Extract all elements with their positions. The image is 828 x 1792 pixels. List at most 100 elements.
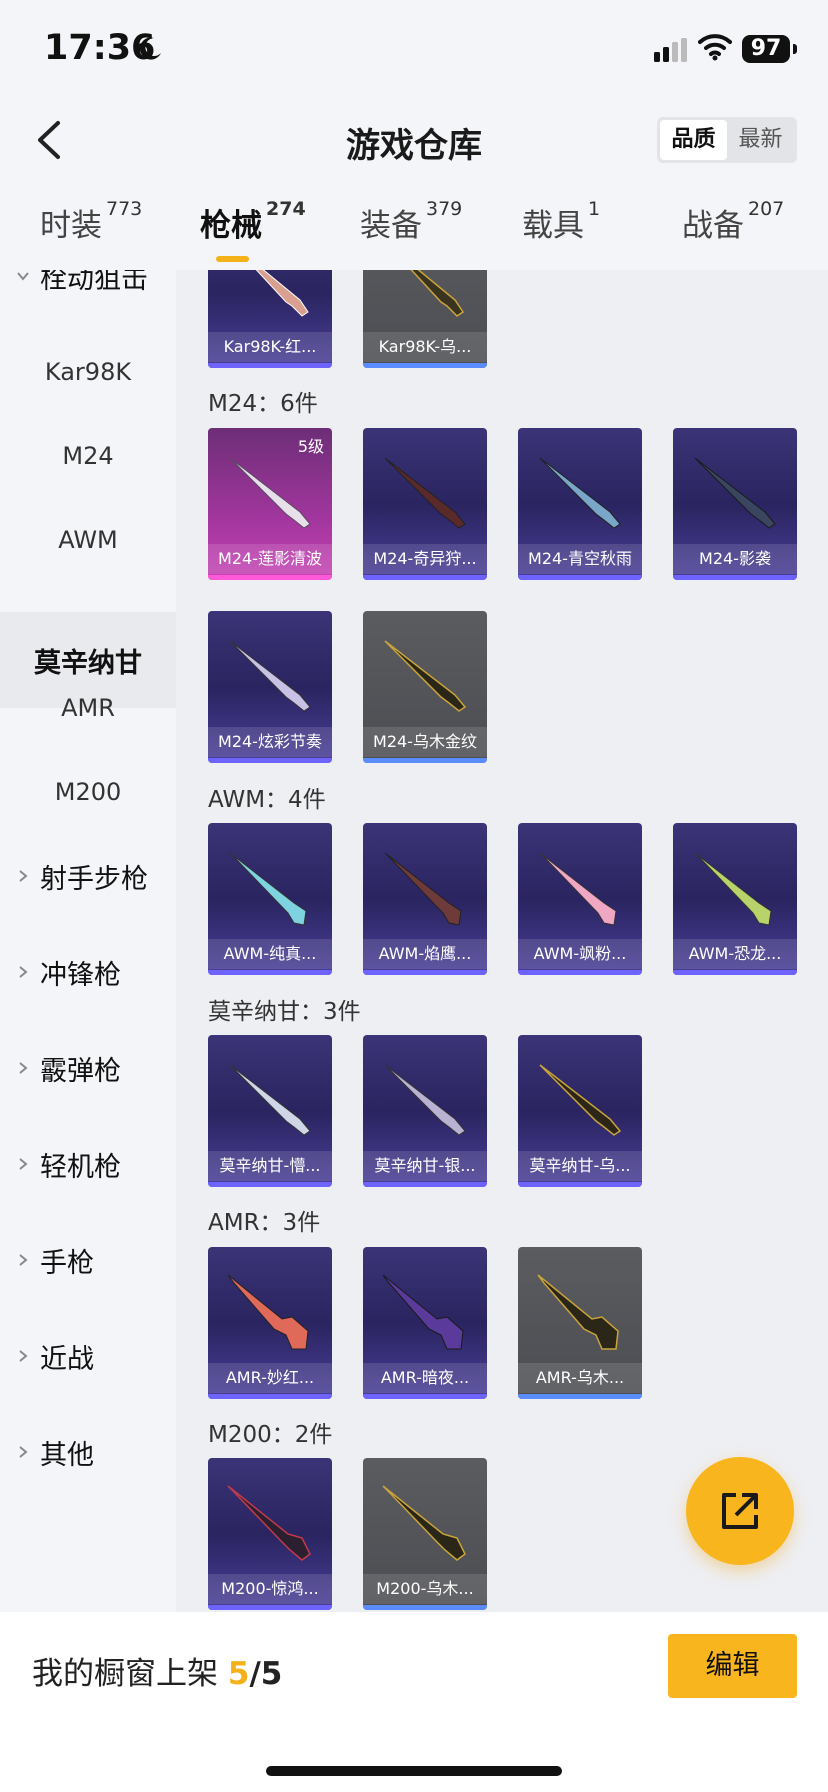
weapon-name: 莫辛纳甘-银...: [363, 1151, 487, 1181]
weapon-card[interactable]: M200-惊鸿...: [208, 1458, 332, 1610]
weapon-name: AWM-纯真...: [208, 939, 332, 969]
tab-supplies[interactable]: 战备 207: [682, 198, 784, 245]
weapon-card[interactable]: 莫辛纳甘-懵...: [208, 1035, 332, 1187]
weapon-card[interactable]: 莫辛纳甘-乌...: [518, 1035, 642, 1187]
weapon-card[interactable]: M24-乌木金纹: [363, 611, 487, 763]
sidebar-category-label: 射手步枪: [40, 863, 148, 895]
rarity-bar: [363, 575, 487, 580]
showcase-footer: 我的橱窗上架 5/5 编辑: [0, 1612, 828, 1792]
weapon-card[interactable]: M24-炫彩节奏: [208, 611, 332, 763]
sidebar-item-awm[interactable]: AWM: [0, 492, 176, 588]
weapon-card[interactable]: M24-奇异狩...: [363, 428, 487, 580]
section-title-amr: AMR：3件: [208, 1210, 321, 1236]
weapon-card[interactable]: Kar98K-红...: [208, 270, 332, 368]
weapon-card[interactable]: AMR-暗夜...: [363, 1247, 487, 1399]
rarity-bar: [518, 575, 642, 580]
rarity-bar: [518, 1394, 642, 1399]
tab-label: 时装: [40, 208, 102, 244]
tab-weapons[interactable]: 枪械 274: [200, 198, 306, 245]
sidebar-category-other[interactable]: 其他: [0, 1404, 176, 1500]
rarity-bar: [363, 758, 487, 763]
weapon-card[interactable]: AMR-乌木...: [518, 1247, 642, 1399]
sidebar-item-kar98k[interactable]: Kar98K: [0, 324, 176, 420]
weapon-card[interactable]: 5级 M24-莲影清波: [208, 428, 332, 580]
tab-outfits[interactable]: 时装 773: [40, 198, 142, 245]
chevron-right-icon: [19, 1158, 28, 1170]
section-title-m24: M24：6件: [208, 391, 318, 417]
weapon-card[interactable]: 莫辛纳甘-银...: [363, 1035, 487, 1187]
sniper-rifle-icon: [384, 852, 462, 926]
battery-indicator: 97: [742, 35, 790, 63]
sidebar-category-label: 霰弹枪: [40, 1055, 121, 1087]
sidebar-category-marksman[interactable]: 射手步枪: [0, 828, 176, 924]
weapon-card[interactable]: Kar98K-乌...: [363, 270, 487, 368]
tab-label: 载具: [522, 208, 584, 244]
weapon-name: M24-乌木金纹: [363, 727, 487, 757]
rarity-bar: [208, 1182, 332, 1187]
sidebar-category-label: 栓动狙击: [40, 270, 148, 295]
rarity-bar: [518, 1182, 642, 1187]
weapon-category-sidebar: 栓动狙击 Kar98K M24 AWM 莫辛纳甘 AMR M200 射手步枪 冲…: [0, 270, 176, 1612]
count-separator: /: [249, 1656, 261, 1692]
sort-by-quality-button[interactable]: 品质: [660, 120, 727, 160]
tab-equipment[interactable]: 装备 379: [360, 198, 463, 245]
sidebar-item-m200[interactable]: M200: [0, 744, 176, 840]
chevron-right-icon: [19, 870, 28, 882]
rarity-bar: [208, 758, 332, 763]
weapon-card[interactable]: AWM-纯真...: [208, 823, 332, 975]
sniper-rifle-icon: [227, 1485, 311, 1561]
sidebar-category-lmg[interactable]: 轻机枪: [0, 1116, 176, 1212]
sort-toggle[interactable]: 品质 最新: [657, 117, 797, 163]
weapon-name: Kar98K-乌...: [363, 332, 487, 362]
sidebar-item-m24[interactable]: M24: [0, 408, 176, 504]
section-title-awm: AWM：4件: [208, 787, 326, 813]
showcase-count: 我的橱窗上架 5/5: [32, 1648, 282, 1693]
share-button[interactable]: [686, 1457, 794, 1565]
sidebar-category-smg[interactable]: 冲锋枪: [0, 924, 176, 1020]
sidebar-item-amr[interactable]: AMR: [0, 660, 176, 756]
rarity-bar: [363, 1394, 487, 1399]
home-indicator[interactable]: [266, 1766, 562, 1776]
weapon-card[interactable]: M24-青空秋雨: [518, 428, 642, 580]
anti-materiel-rifle-icon: [227, 1274, 309, 1350]
weapon-card[interactable]: AWM-飒粉...: [518, 823, 642, 975]
weapon-name: AWM-飒粉...: [518, 939, 642, 969]
sniper-rifle-icon: [384, 1064, 466, 1136]
sidebar-category-shotgun[interactable]: 霰弹枪: [0, 1020, 176, 1116]
sort-by-newest-button[interactable]: 最新: [727, 120, 794, 160]
weapon-name: M24-青空秋雨: [518, 544, 642, 574]
chevron-right-icon: [19, 966, 28, 978]
sniper-rifle-icon: [384, 640, 467, 712]
active-tab-indicator: [216, 256, 249, 262]
tab-vehicles[interactable]: 载具 1: [522, 198, 600, 245]
sniper-rifle-icon: [382, 1485, 466, 1561]
weapon-card[interactable]: M200-乌木...: [363, 1458, 487, 1610]
sidebar-category-label: 手枪: [40, 1247, 94, 1279]
edit-button[interactable]: 编辑: [668, 1634, 797, 1698]
rarity-bar: [363, 363, 487, 368]
rarity-bar: [673, 575, 797, 580]
sniper-rifle-icon: [539, 457, 621, 529]
weapon-card[interactable]: AWM-恐龙...: [673, 823, 797, 975]
rarity-bar: [363, 1182, 487, 1187]
weapon-name: M200-乌木...: [363, 1574, 487, 1604]
weapon-card[interactable]: M24-影袭: [673, 428, 797, 580]
category-tabs: 时装 773 枪械 274 装备 379 载具 1 战备 207: [0, 198, 828, 270]
tab-label: 装备: [360, 208, 422, 244]
weapon-name: AMR-乌木...: [518, 1363, 642, 1393]
cellular-signal-icon: [654, 38, 687, 62]
sniper-rifle-icon: [229, 1064, 311, 1136]
sidebar-category-melee[interactable]: 近战: [0, 1308, 176, 1404]
rarity-bar: [208, 575, 332, 580]
tab-count: 379: [426, 198, 463, 220]
tab-label: 枪械: [200, 208, 262, 244]
weapon-name: Kar98K-红...: [208, 332, 332, 362]
wifi-icon: [698, 34, 732, 61]
weapon-card[interactable]: AMR-妙红...: [208, 1247, 332, 1399]
rarity-bar: [208, 1394, 332, 1399]
anti-materiel-rifle-icon: [382, 1274, 464, 1350]
share-external-icon: [722, 1493, 758, 1529]
sidebar-category-bolt-action[interactable]: 栓动狙击: [0, 270, 176, 324]
weapon-card[interactable]: AWM-焰鹰...: [363, 823, 487, 975]
sidebar-category-pistol[interactable]: 手枪: [0, 1212, 176, 1308]
